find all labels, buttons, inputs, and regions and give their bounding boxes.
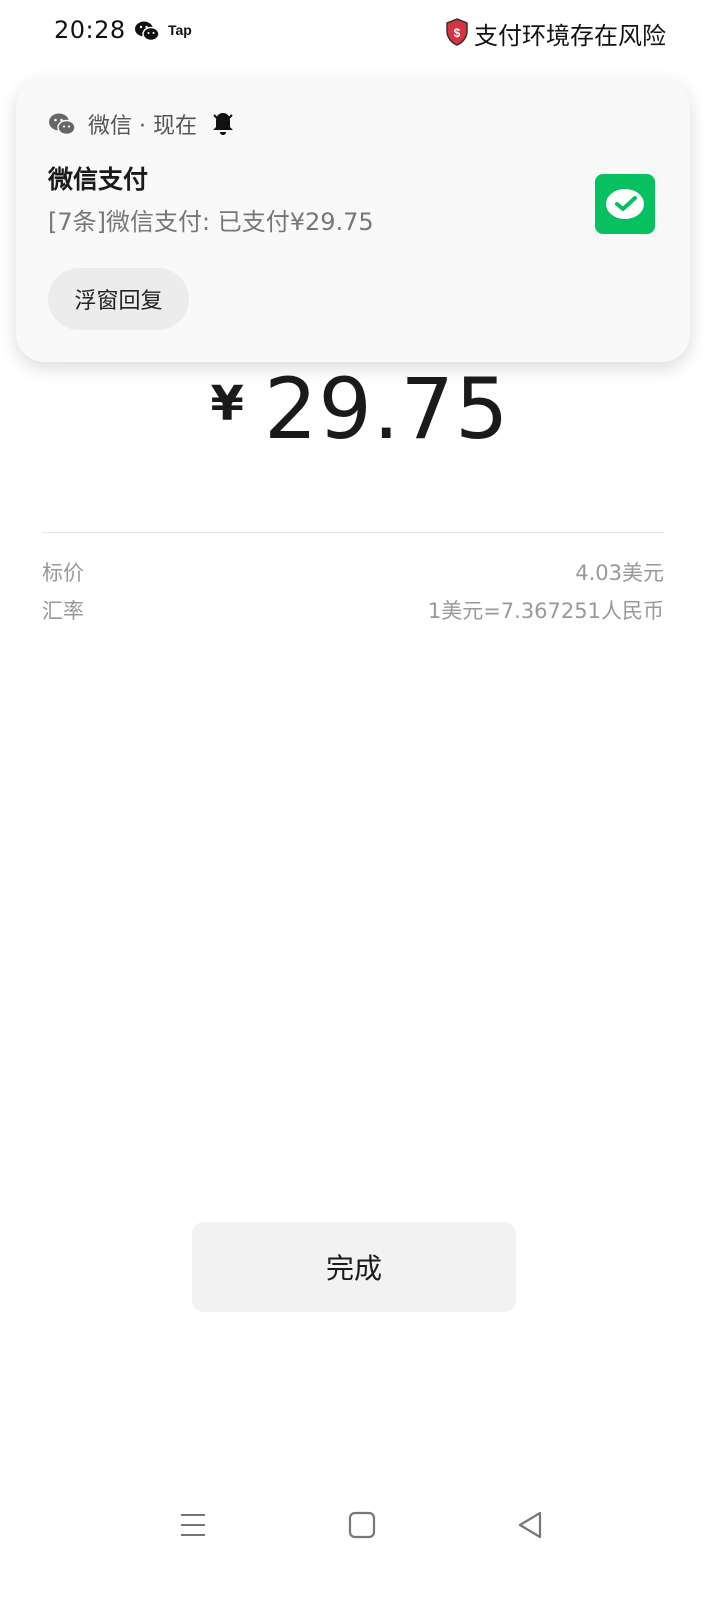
notification-app-name: 微信 · 现在 xyxy=(88,114,197,139)
done-button[interactable]: 完成 xyxy=(192,1222,516,1312)
notification-title: 微信支付 xyxy=(48,165,149,194)
status-time: 20:28 xyxy=(54,16,126,44)
detail-label: 标价 xyxy=(42,561,84,585)
menu-icon[interactable] xyxy=(176,1508,210,1542)
detail-label: 汇率 xyxy=(42,599,84,623)
detail-row-exchange-rate: 汇率 1美元=7.367251人民币 xyxy=(42,595,664,627)
detail-value: 4.03美元 xyxy=(575,561,664,585)
wechat-pay-notification[interactable]: 微信 · 现在 微信支付 [7条]微信支付: 已支付¥29.75 浮窗回复 xyxy=(16,78,690,362)
detail-row-list-price: 标价 4.03美元 xyxy=(42,557,664,589)
status-bar: 20:28 Tap $ 支付环境存在风险 xyxy=(0,0,720,64)
shield-icon: $ xyxy=(446,18,468,46)
detail-value: 1美元=7.367251人民币 xyxy=(427,599,664,623)
divider xyxy=(42,532,664,533)
wechat-icon xyxy=(135,21,160,42)
notification-body: [7条]微信支付: 已支付¥29.75 xyxy=(48,208,374,236)
float-reply-button[interactable]: 浮窗回复 xyxy=(48,268,189,330)
wechat-pay-icon xyxy=(595,174,655,234)
svg-text:$: $ xyxy=(454,26,461,40)
home-icon[interactable] xyxy=(345,1508,379,1542)
payment-amount: ¥ 29.75 xyxy=(0,360,720,460)
tap-app-icon: Tap xyxy=(168,22,192,38)
wechat-icon xyxy=(49,113,76,136)
payment-risk-warning[interactable]: 支付环境存在风险 xyxy=(474,16,666,51)
notification-header: 微信 · 现在 xyxy=(48,108,235,140)
amount-value: 29.75 xyxy=(263,360,510,458)
currency-symbol: ¥ xyxy=(210,376,244,432)
navigation-bar xyxy=(0,1490,720,1560)
bell-icon xyxy=(212,113,233,135)
back-icon[interactable] xyxy=(514,1508,548,1542)
